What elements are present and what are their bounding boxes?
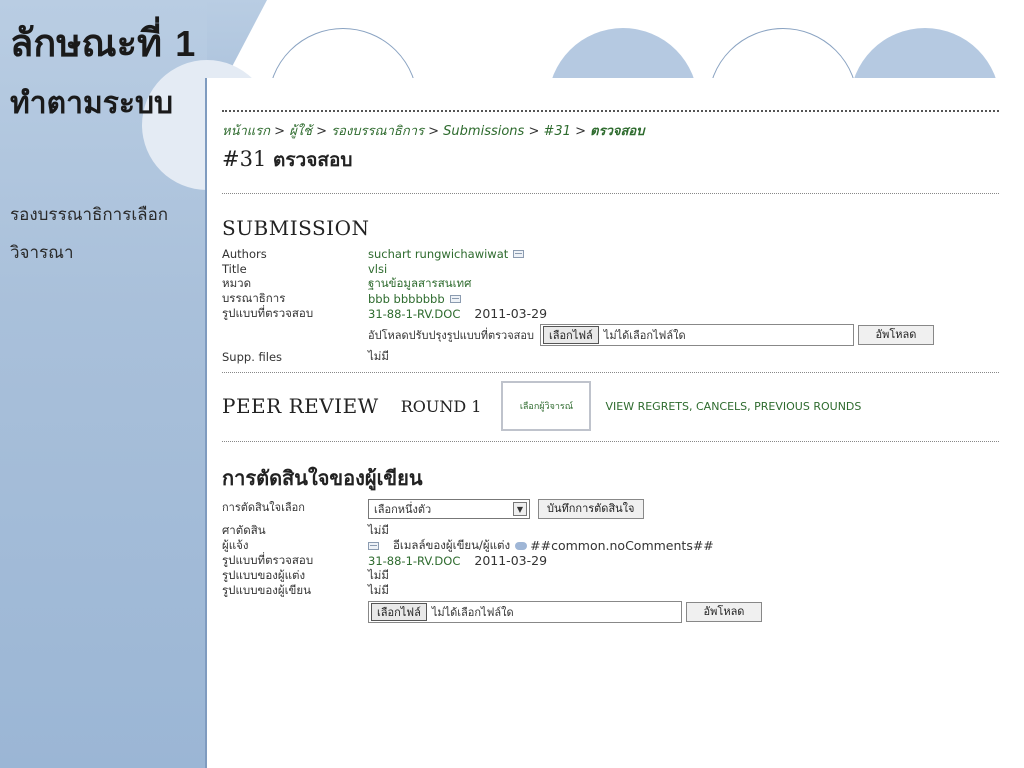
- submission-row-supp-files: Supp. files ไม่มี: [222, 349, 999, 364]
- decision-select[interactable]: เลือกหนึ่งตัว ▼: [368, 499, 530, 519]
- view-regrets-link[interactable]: VIEW REGRETS, CANCELS, PREVIOUS ROUNDS: [605, 400, 861, 413]
- slide-body-line: รองบรรณาธิการเลือก: [10, 205, 169, 225]
- breadcrumb-separator: >: [528, 124, 540, 139]
- header-dotted-rule: [222, 110, 999, 112]
- mail-icon[interactable]: [513, 249, 525, 258]
- slide-title-text: ลักษณะที่: [10, 20, 163, 65]
- decision-select-value: เลือกหนึ่งตัว: [374, 503, 432, 516]
- no-comments-text: ##common.noComments##: [530, 538, 714, 553]
- decision-title: การตัดสินใจของผู้เขียน: [222, 466, 423, 490]
- row-label: Title: [222, 261, 247, 276]
- breadcrumb-separator: >: [428, 124, 440, 139]
- row-label: Supp. files: [222, 349, 283, 364]
- upload-button[interactable]: อัพโหลด: [857, 325, 934, 345]
- submission-row-review-file: รูปแบบที่ตรวจสอบ 31-88-1-RV.DOC 2011-03-…: [222, 305, 999, 322]
- decision-select-row: การตัดสินใจเลือก เลือกหนึ่งตัว ▼ บันทึกก…: [222, 498, 999, 520]
- file-input[interactable]: เลือกไฟล์ ไม่ได้เลือกไฟล์ใด: [368, 601, 682, 623]
- author-link[interactable]: suchart rungwichawiwat: [368, 247, 508, 261]
- category-value: ฐานข้อมูลสารสนเทศ: [368, 275, 472, 290]
- editor-link[interactable]: bbb bbbbbbb: [368, 292, 445, 306]
- breadcrumb-id[interactable]: #31: [544, 124, 571, 139]
- page-title-text: ตรวจสอบ: [273, 149, 353, 171]
- select-arrow-icon[interactable]: ▼: [513, 502, 527, 516]
- select-reviewer-link[interactable]: เลือกผู้วิจารณ์: [501, 381, 592, 431]
- breadcrumb-home[interactable]: หน้าแรก: [222, 124, 270, 139]
- title-value: vlsi: [368, 261, 388, 276]
- content-divider: [205, 78, 207, 768]
- row-label: Authors: [222, 246, 267, 261]
- section-divider: [222, 441, 999, 442]
- upload-label: อัปโหลดปรับปรุงรูปแบบที่ตรวจสอบ: [368, 329, 534, 342]
- decision-row: รูปแบบของผู้เขียน ไม่มี: [222, 583, 999, 598]
- submission-upload-row: อัปโหลดปรับปรุงรูปแบบที่ตรวจสอบ เลือกไฟล…: [222, 324, 999, 346]
- page-title: #31 ตรวจสอบ: [222, 145, 999, 175]
- page-title-number: #31: [222, 147, 267, 171]
- slide-body-line: วิจารณา: [10, 243, 74, 263]
- breadcrumb-submissions[interactable]: Submissions: [443, 124, 524, 139]
- breadcrumb-separator: >: [316, 124, 328, 139]
- upload-button[interactable]: อัพโหลด: [686, 602, 762, 622]
- row-value: ไม่มี: [368, 522, 389, 537]
- breadcrumb: หน้าแรก > ผู้ใช้ > รองบรรณาธิการ > Submi…: [222, 120, 999, 141]
- decision-details: ศาตัดสิน ไม่มี ผู้แจ้ง อีเมลล์ของผู้เขีย…: [222, 523, 999, 623]
- submission-details: Authors suchart rungwichawiwat Title vls…: [222, 246, 999, 364]
- row-label: รูปแบบของผู้เขียน: [222, 582, 312, 597]
- row-value: ไม่มี: [368, 582, 389, 597]
- breadcrumb-separator: >: [575, 124, 586, 139]
- review-file-date: 2011-03-29: [474, 306, 548, 321]
- file-input[interactable]: เลือกไฟล์ ไม่ได้เลือกไฟล์ใด: [539, 324, 854, 346]
- section-divider: [222, 372, 999, 373]
- slide-title: ลักษณะที่ 1: [10, 12, 195, 73]
- breadcrumb-user[interactable]: ผู้ใช้: [289, 124, 312, 139]
- slide-title-number: 1: [175, 23, 196, 64]
- file-none-text: ไม่ได้เลือกไฟล์ใด: [431, 606, 514, 619]
- row-label: การตัดสินใจเลือก: [222, 501, 305, 514]
- review-file-date: 2011-03-29: [474, 553, 548, 568]
- row-label: รูปแบบที่ตรวจสอบ: [222, 305, 314, 320]
- record-decision-button[interactable]: บันทึกการตัดสินใจ: [538, 499, 644, 519]
- mail-icon[interactable]: [449, 294, 461, 303]
- mail-icon[interactable]: [368, 541, 379, 550]
- file-none-text: ไม่ได้เลือกไฟล์ใด: [603, 329, 686, 342]
- comment-icon[interactable]: [515, 541, 528, 550]
- decision-upload-row: เลือกไฟล์ ไม่ได้เลือกไฟล์ใด อัพโหลด: [222, 601, 999, 623]
- supp-files-value: ไม่มี: [368, 348, 389, 363]
- section-divider: [222, 193, 999, 194]
- breadcrumb-section-editor[interactable]: รองบรรณาธิการ: [331, 124, 424, 139]
- peer-review-title: PEER REVIEW: [222, 394, 379, 418]
- embedded-web-page: หน้าแรก > ผู้ใช้ > รองบรรณาธิการ > Submi…: [222, 110, 999, 750]
- slide-body: รองบรรณาธิการเลือก วิจารณา: [10, 196, 205, 272]
- review-file-link[interactable]: 31-88-1-RV.DOC: [368, 307, 460, 321]
- breadcrumb-current[interactable]: ตรวจสอบ: [590, 124, 644, 139]
- notify-author-text: อีเมลล์ของผู้เขียน/ผู้แต่ง: [393, 537, 511, 552]
- breadcrumb-separator: >: [274, 124, 286, 139]
- choose-file-button[interactable]: เลือกไฟล์: [371, 603, 427, 621]
- submission-row-authors: Authors suchart rungwichawiwat: [222, 246, 999, 261]
- submission-title: SUBMISSION: [222, 216, 370, 240]
- review-file-link[interactable]: 31-88-1-RV.DOC: [368, 554, 460, 568]
- peer-review-round: ROUND 1: [400, 396, 482, 416]
- choose-file-button[interactable]: เลือกไฟล์: [542, 326, 599, 344]
- slide-subtitle: ทำตามระบบ: [10, 86, 174, 121]
- peer-review-header: PEER REVIEW ROUND 1 เลือกผู้วิจารณ์ VIEW…: [222, 375, 999, 437]
